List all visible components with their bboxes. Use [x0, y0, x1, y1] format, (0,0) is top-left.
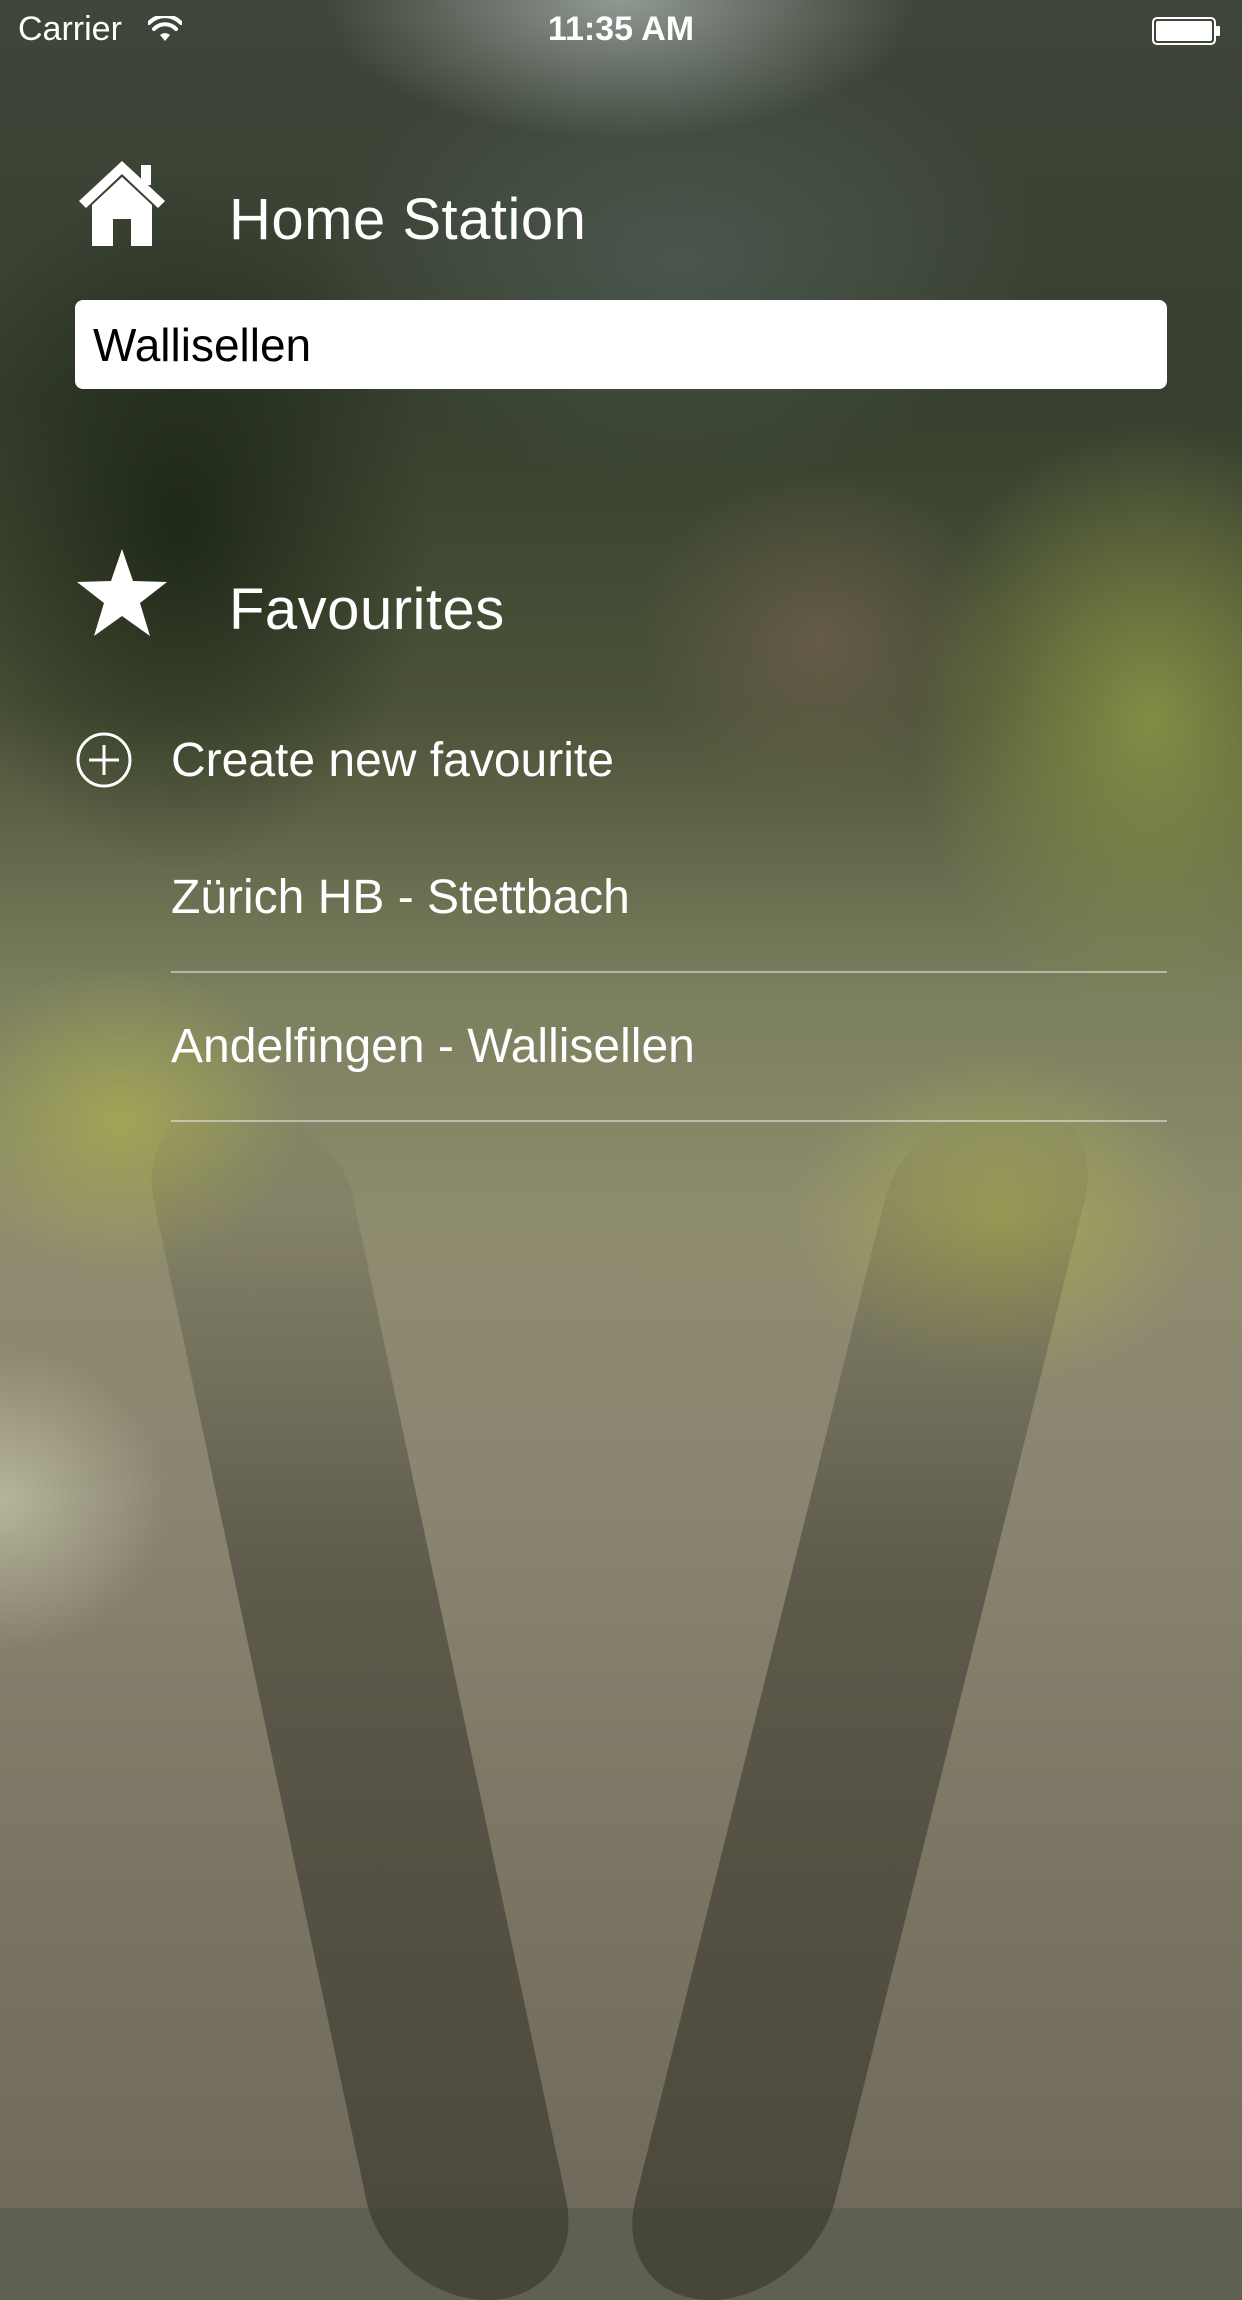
star-icon — [77, 548, 167, 636]
favourite-item-label: Andelfingen - Wallisellen — [171, 1020, 695, 1073]
home-station-header: Home Station — [75, 150, 586, 253]
menu-content: Home Station Favourites Create new favou… — [0, 0, 1242, 2208]
home-station-input[interactable] — [75, 300, 1167, 389]
favourites-title: Favourites — [229, 577, 505, 642]
create-new-favourite-label: Create new favourite — [171, 733, 614, 787]
status-time: 11:35 AM — [547, 10, 695, 48]
favourite-item[interactable]: Andelfingen - Wallisellen — [171, 973, 1167, 1122]
status-bar: Carrier 11:35 AM — [0, 0, 1242, 60]
home-icon — [79, 160, 165, 246]
favourite-item[interactable]: Zürich HB - Stettbach — [171, 824, 1167, 973]
battery-icon — [1152, 17, 1220, 45]
favourites-list: Zürich HB - Stettbach Andelfingen - Wall… — [171, 824, 1167, 1122]
favourite-item-label: Zürich HB - Stettbach — [171, 871, 630, 924]
home-station-title: Home Station — [229, 187, 587, 252]
favourites-header: Favourites — [75, 540, 505, 643]
plus-circle-icon — [76, 732, 132, 788]
create-new-favourite-button[interactable]: Create new favourite — [75, 720, 1167, 800]
